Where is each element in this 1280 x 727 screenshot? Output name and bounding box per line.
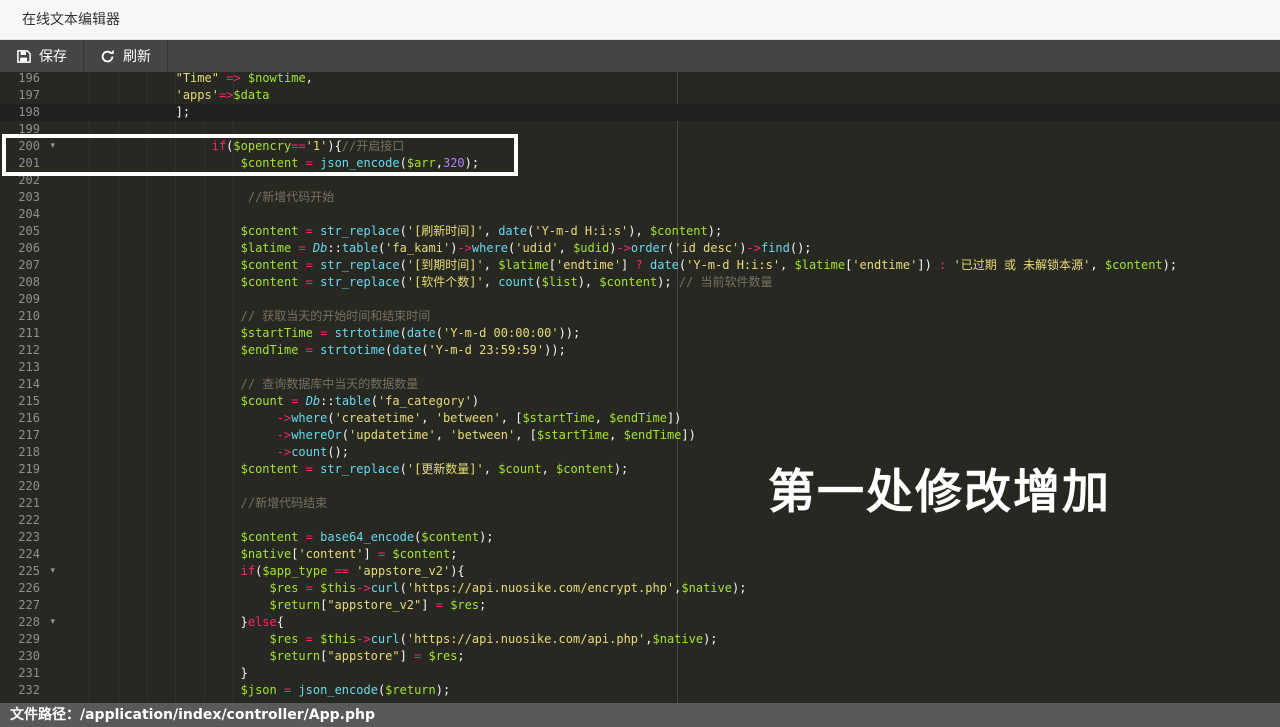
code-line[interactable]: 213 — [0, 359, 1280, 376]
status-bar: 文件路径：/application/index/controller/App.p… — [0, 703, 1280, 727]
line-number: 203 — [0, 189, 60, 206]
fold-arrow-icon[interactable]: ▾ — [50, 138, 55, 155]
code-line[interactable]: 225▾ if($app_type == 'appstore_v2'){ — [0, 563, 1280, 580]
refresh-button-label: 刷新 — [123, 46, 151, 66]
code-line[interactable]: 204 — [0, 206, 1280, 223]
fold-arrow-icon[interactable]: ▾ — [50, 614, 55, 631]
line-number: 197 — [0, 87, 60, 104]
line-number: 221 — [0, 495, 60, 512]
code-line[interactable]: 211 $startTime = strtotime(date('Y-m-d 0… — [0, 325, 1280, 342]
line-number: 200▾ — [0, 138, 60, 155]
code-line[interactable]: 228▾ }else{ — [0, 614, 1280, 631]
fold-arrow-icon[interactable]: ▾ — [50, 563, 55, 580]
line-number: 232 — [0, 682, 60, 699]
line-number: 212 — [0, 342, 60, 359]
code-line[interactable]: 231 } — [0, 665, 1280, 682]
line-number: 228▾ — [0, 614, 60, 631]
line-number: 213 — [0, 359, 60, 376]
code-line[interactable]: 216 ->where('createtime', 'between', [$s… — [0, 410, 1280, 427]
code-line[interactable]: 207 $content = str_replace('[到期时间]', $la… — [0, 257, 1280, 274]
line-number: 229 — [0, 631, 60, 648]
line-number: 231 — [0, 665, 60, 682]
line-number: 199 — [0, 121, 60, 138]
code-line[interactable]: 201 $content = json_encode($arr,320); — [0, 155, 1280, 172]
code-line[interactable]: 214 // 查询数据库中当天的数据数量 — [0, 376, 1280, 393]
line-number: 223 — [0, 529, 60, 546]
code-line[interactable]: 226 $res = $this->curl('https://api.nuos… — [0, 580, 1280, 597]
code-line[interactable]: 230 $return["appstore"] = $res; — [0, 648, 1280, 665]
line-number: 211 — [0, 325, 60, 342]
line-number: 204 — [0, 206, 60, 223]
line-number: 202 — [0, 172, 60, 189]
code-line[interactable]: 197 'apps'=>$data — [0, 87, 1280, 104]
code-line[interactable]: 206 $latime = Db::table('fa_kami')->wher… — [0, 240, 1280, 257]
line-number: 209 — [0, 291, 60, 308]
line-number: 224 — [0, 546, 60, 563]
code-line[interactable]: 203 //新增代码开始 — [0, 189, 1280, 206]
code-lines: 196 "Time" => $nowtime,197 'apps'=>$data… — [0, 72, 1280, 699]
code-line[interactable]: 196 "Time" => $nowtime, — [0, 72, 1280, 87]
line-number: 207 — [0, 257, 60, 274]
code-line[interactable]: 217 ->whereOr('updatetime', 'between', [… — [0, 427, 1280, 444]
line-number: 216 — [0, 410, 60, 427]
line-number: 201 — [0, 155, 60, 172]
code-line[interactable]: 200▾ if($opencry=='1'){//开启接口 — [0, 138, 1280, 155]
save-button[interactable]: 保存 — [0, 40, 84, 72]
code-line[interactable]: 215 $count = Db::table('fa_category') — [0, 393, 1280, 410]
line-number: 198 — [0, 104, 60, 121]
code-line[interactable]: 199 — [0, 121, 1280, 138]
code-line[interactable]: 232 $json = json_encode($return); — [0, 682, 1280, 699]
line-number: 214 — [0, 376, 60, 393]
code-line[interactable]: 224 $native['content'] = $content; — [0, 546, 1280, 563]
code-line[interactable]: 202 — [0, 172, 1280, 189]
code-line[interactable]: 212 $endTime = strtotime(date('Y-m-d 23:… — [0, 342, 1280, 359]
line-number: 227 — [0, 597, 60, 614]
line-number: 217 — [0, 427, 60, 444]
line-number: 218 — [0, 444, 60, 461]
code-line[interactable]: 209 — [0, 291, 1280, 308]
line-number: 206 — [0, 240, 60, 257]
window-title: 在线文本编辑器 — [22, 0, 120, 40]
line-number: 210 — [0, 308, 60, 325]
line-number: 196 — [0, 72, 60, 87]
refresh-icon — [100, 49, 115, 64]
code-line[interactable]: 208 $content = str_replace('[软件个数]', cou… — [0, 274, 1280, 291]
save-button-label: 保存 — [39, 46, 67, 66]
line-number: 230 — [0, 648, 60, 665]
refresh-button[interactable]: 刷新 — [84, 40, 168, 72]
title-bar: 在线文本编辑器 — [0, 0, 1280, 40]
line-number: 215 — [0, 393, 60, 410]
save-icon — [16, 49, 31, 64]
code-line[interactable]: 229 $res = $this->curl('https://api.nuos… — [0, 631, 1280, 648]
code-line[interactable]: 198 ]; — [0, 104, 1280, 121]
line-number: 226 — [0, 580, 60, 597]
line-number: 205 — [0, 223, 60, 240]
file-path: 文件路径：/application/index/controller/App.p… — [10, 707, 375, 723]
code-line[interactable]: 210 // 获取当天的开始时间和结束时间 — [0, 308, 1280, 325]
line-number: 220 — [0, 478, 60, 495]
toolbar: 保存 刷新 — [0, 40, 1280, 72]
code-line[interactable]: 227 $return["appstore_v2"] = $res; — [0, 597, 1280, 614]
line-number: 219 — [0, 461, 60, 478]
line-number: 222 — [0, 512, 60, 529]
line-number: 225▾ — [0, 563, 60, 580]
code-line[interactable]: 223 $content = base64_encode($content); — [0, 529, 1280, 546]
code-line[interactable]: 205 $content = str_replace('[刷新时间]', dat… — [0, 223, 1280, 240]
code-editor[interactable]: 196 "Time" => $nowtime,197 'apps'=>$data… — [0, 72, 1280, 703]
annotation-text: 第一处修改增加 — [768, 453, 1111, 522]
line-number: 208 — [0, 274, 60, 291]
